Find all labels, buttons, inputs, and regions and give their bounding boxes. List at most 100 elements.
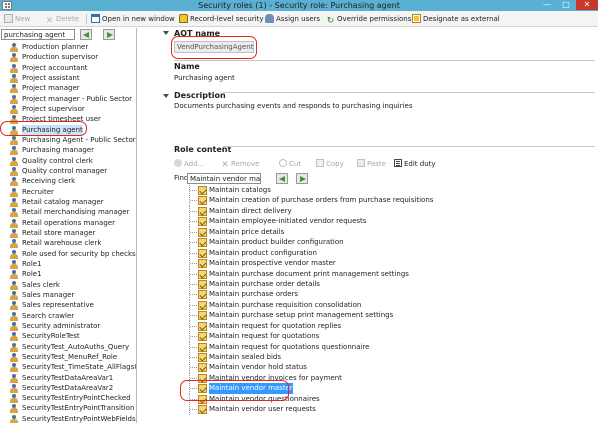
role-list-item[interactable]: Retail merchandising manager: [0, 207, 136, 218]
role-label: Role1: [22, 270, 42, 279]
role-list-item[interactable]: Production planner: [0, 42, 136, 52]
duty-list-item[interactable]: Maintain price details: [163, 226, 593, 238]
role-list-item[interactable]: Retail store manager: [0, 228, 136, 238]
duty-icon: [198, 300, 207, 310]
duty-list-item[interactable]: Maintain purchase requisition consolidat…: [163, 299, 593, 311]
copy-button[interactable]: Copy: [316, 159, 344, 170]
description-value[interactable]: Documents purchasing events and responds…: [174, 102, 412, 110]
duty-list-item[interactable]: Maintain vendor questionnaires: [163, 393, 593, 405]
role-list-item[interactable]: SecurityTestDataAreaVar2: [0, 383, 136, 393]
duty-list-item[interactable]: Maintain purchase orders: [163, 289, 593, 301]
delete-button[interactable]: ✕ Delete: [45, 14, 79, 26]
role-list-item[interactable]: SecurityTest_AutoAuths_Query: [0, 342, 136, 352]
role-list-item[interactable]: SecurityTestEntryPointTransition: [0, 403, 136, 414]
role-list-item[interactable]: Production supervisor: [0, 52, 136, 63]
role-label: Role1: [22, 259, 42, 268]
role-icon: [10, 332, 19, 342]
section-divider: [223, 92, 595, 93]
duty-list-item[interactable]: Maintain request for quotations question…: [163, 341, 593, 353]
role-list-item[interactable]: Quality control clerk: [0, 156, 136, 166]
role-list-item[interactable]: Receiving clerk: [0, 176, 136, 187]
duty-list-item[interactable]: Maintain purchase document print managem…: [163, 268, 593, 280]
duty-list-item[interactable]: Maintain request for quotation replies: [163, 320, 593, 332]
role-list-item[interactable]: Sales representative: [0, 300, 136, 311]
maximize-button[interactable]: □: [557, 0, 575, 10]
role-list-item[interactable]: SecurityTestEntryPointWebFields: [0, 414, 136, 423]
role-list-item[interactable]: Retail catalog manager: [0, 197, 136, 207]
role-list-item[interactable]: Purchasing agent: [0, 124, 136, 135]
duty-list-item[interactable]: Maintain vendor user requests: [163, 404, 593, 416]
find-next-button[interactable]: [296, 173, 308, 184]
duty-list-item[interactable]: Maintain catalogs: [163, 185, 593, 196]
duty-icon: [198, 405, 207, 415]
name-value[interactable]: Purchasing agent: [174, 74, 235, 82]
tree-connector: [189, 372, 197, 384]
duty-list-item[interactable]: Maintain product builder configuration: [163, 237, 593, 249]
cut-button[interactable]: Cut: [279, 159, 301, 170]
duty-list-item[interactable]: Maintain vendor hold status: [163, 362, 593, 374]
role-list-item[interactable]: SecurityTest_TimeState_AllFlagsUnc: [0, 362, 136, 373]
edit-duty-button[interactable]: Edit duty: [394, 159, 436, 170]
duty-list-item[interactable]: Maintain sealed bids: [163, 352, 593, 363]
duty-label: Maintain request for quotations: [209, 332, 320, 341]
override-permissions-button[interactable]: ↻ Override permissions: [326, 14, 412, 26]
role-list-item[interactable]: SecurityTestEntryPointChecked: [0, 393, 136, 404]
role-list-item[interactable]: SecurityTestDataAreaVar1: [0, 373, 136, 383]
duty-icon: [198, 321, 207, 331]
previous-match-button[interactable]: [80, 29, 92, 40]
role-list-item[interactable]: SecurityTest_MenuRef_Role: [0, 352, 136, 362]
duty-list-item[interactable]: Maintain direct delivery: [163, 205, 593, 217]
collapse-icon[interactable]: [163, 31, 169, 35]
role-list-item[interactable]: Project accountant: [0, 63, 136, 73]
tree-connector: [189, 310, 197, 322]
remove-button[interactable]: ✕ Remove: [221, 159, 259, 170]
role-list-item[interactable]: Project supervisor: [0, 104, 136, 114]
duty-list-item[interactable]: Maintain vendor invoices for payment: [163, 372, 593, 384]
assign-users-button[interactable]: Assign users: [265, 14, 320, 25]
find-input[interactable]: [187, 173, 261, 184]
role-list-item[interactable]: Project manager - Public Sector: [0, 94, 136, 104]
role-list-item[interactable]: Purchasing manager: [0, 145, 136, 156]
duty-list-item[interactable]: Maintain prospective vendor master: [163, 258, 593, 270]
open-in-new-window-button[interactable]: Open in new window: [91, 14, 175, 25]
role-list-item[interactable]: Search crawler: [0, 311, 136, 321]
new-button[interactable]: New: [4, 14, 30, 25]
duty-list-item[interactable]: Maintain employee-initiated vendor reque…: [163, 216, 593, 228]
role-list-item[interactable]: Role1: [0, 269, 136, 280]
duty-list-item[interactable]: Maintain creation of purchase orders fro…: [163, 195, 593, 207]
collapse-icon[interactable]: [163, 94, 169, 98]
next-match-button[interactable]: [103, 29, 115, 40]
tree-connector: [189, 362, 197, 374]
role-list-item[interactable]: Project timesheet user: [0, 114, 136, 125]
close-button[interactable]: ✕: [576, 0, 598, 10]
minimize-button[interactable]: —: [538, 0, 556, 10]
role-list-item[interactable]: Retail operations manager: [0, 218, 136, 228]
role-label: Security administrator: [22, 321, 101, 330]
paste-button[interactable]: Paste: [357, 159, 386, 170]
find-previous-button[interactable]: [276, 173, 288, 184]
role-list-item[interactable]: Security administrator: [0, 321, 136, 331]
role-list-item[interactable]: Role used for security bp checks test: [0, 249, 136, 259]
role-list-item[interactable]: Quality control manager: [0, 166, 136, 176]
external-icon: [412, 14, 421, 23]
duty-list-item[interactable]: Maintain vendor master: [163, 383, 593, 395]
duty-list-item[interactable]: Maintain purchase setup print management…: [163, 310, 593, 322]
role-list-item[interactable]: Recruiter: [0, 187, 136, 197]
role-list-item[interactable]: Retail warehouse clerk: [0, 238, 136, 249]
role-list-item[interactable]: Sales clerk: [0, 280, 136, 290]
role-list-item[interactable]: SecurityRoleTest: [0, 331, 136, 342]
role-list-item[interactable]: Role1: [0, 259, 136, 269]
duty-list-item[interactable]: Maintain product configuration: [163, 247, 593, 259]
duty-list-item[interactable]: Maintain purchase order details: [163, 278, 593, 290]
record-level-security-button[interactable]: Record-level security: [179, 14, 264, 25]
role-list-item[interactable]: Project manager: [0, 83, 136, 94]
duty-list-item[interactable]: Maintain request for quotations: [163, 331, 593, 343]
role-label: SecurityTestEntryPointWebFields: [22, 414, 136, 423]
role-list-item[interactable]: Purchasing Agent - Public Sector: [0, 135, 136, 145]
role-list-item[interactable]: Sales manager: [0, 290, 136, 300]
designate-as-external-button[interactable]: Designate as external: [412, 14, 500, 25]
role-search-input[interactable]: [1, 29, 75, 40]
role-label: Role used for security bp checks test: [22, 249, 136, 258]
add-button[interactable]: Add...: [174, 159, 204, 170]
role-list-item[interactable]: Project assistant: [0, 73, 136, 83]
